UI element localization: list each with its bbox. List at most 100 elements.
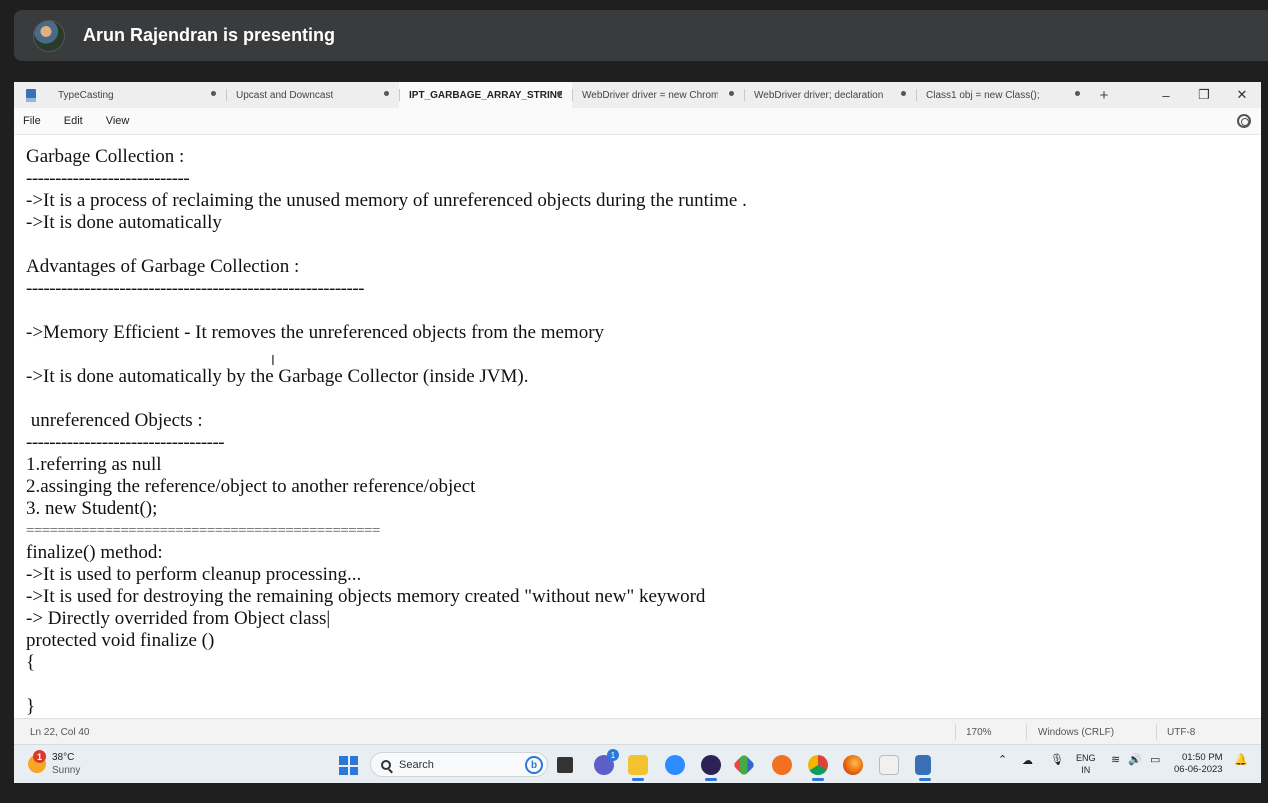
tab-label: Class1 obj = new Class(); <box>926 89 1040 101</box>
editor-line: Garbage Collection : <box>26 146 185 167</box>
onedrive-cloud-icon[interactable]: ☁ <box>1022 754 1033 767</box>
status-divider <box>1026 724 1027 740</box>
tab-typecasting[interactable]: TypeCasting <box>48 82 226 108</box>
tab-label: WebDriver driver; declaration <box>754 89 884 101</box>
weather-condition: Sunny <box>52 765 81 776</box>
menu-bar: File Edit View <box>14 108 1261 135</box>
editor-line: 1.referring as null <box>26 454 162 475</box>
unsaved-dot-icon <box>1075 91 1080 96</box>
clock-time: 01:50 PM <box>1181 752 1223 763</box>
menu-file[interactable]: File <box>23 115 41 127</box>
editor-line: ->It is done automatically <box>26 212 222 233</box>
editor-line: 2.assinging the reference/object to anot… <box>26 476 476 497</box>
clock[interactable]: 01:50 PM 06-06-2023 <box>1174 752 1223 776</box>
language-code: ENG <box>1076 753 1096 763</box>
tab-webdriver-declaration[interactable]: WebDriver driver; declaration <box>744 82 916 108</box>
taskbar-search[interactable]: Search b <box>370 752 548 777</box>
editor-line: { <box>26 652 36 673</box>
temperature: 38°C <box>52 752 75 763</box>
windows-start-icon[interactable] <box>339 756 358 775</box>
editor-line: ->It is used to perform cleanup processi… <box>26 564 362 585</box>
tab-label: Upcast and Downcast <box>236 89 334 101</box>
settings-gear-icon[interactable] <box>1237 114 1251 128</box>
shared-screen: TypeCasting Upcast and Downcast IPT_GARB… <box>14 82 1261 783</box>
notification-badge: 1 <box>33 750 46 763</box>
line-ending[interactable]: Windows (CRLF) <box>1038 727 1114 738</box>
editor-line: unreferenced Objects : <box>26 410 203 431</box>
status-bar: Ln 22, Col 40 170% Windows (CRLF) UTF-8 <box>14 718 1261 744</box>
editor-line: 3. new Student(); <box>26 498 158 519</box>
editor-line: protected void finalize () <box>26 630 215 651</box>
editor-line: ->It is a process of reclaiming the unus… <box>26 190 747 211</box>
task-view-icon[interactable] <box>557 757 573 773</box>
speaker-icon[interactable]: 🔊 <box>1128 753 1142 766</box>
minimize-button[interactable]: – <box>1147 82 1185 108</box>
language-indicator[interactable]: ENG IN <box>1076 752 1096 776</box>
tab-class1-obj[interactable]: Class1 obj = new Class(); <box>916 82 1090 108</box>
editor-line: ->It is used for destroying the remainin… <box>26 586 706 607</box>
cursor-position: Ln 22, Col 40 <box>30 727 90 738</box>
tab-ipt-garbage-array-string[interactable]: IPT_GARBAGE_ARRAY_STRING <box>399 82 572 108</box>
sun-icon: 1 <box>28 750 46 773</box>
editor-line: } <box>26 696 36 717</box>
taskbar: 1 38°C Sunny Search b 1 ⌃ ☁ 🎙 ENG IN ≋ 🔊… <box>14 744 1261 783</box>
status-divider <box>955 724 956 740</box>
notification-bell-icon[interactable]: 🔔 <box>1234 753 1248 766</box>
wifi-icon[interactable]: ≋ <box>1111 753 1120 766</box>
editor-line: ->Memory Efficient - It removes the unre… <box>26 322 605 343</box>
snipping-tool-icon[interactable] <box>879 755 899 775</box>
chevron-up-icon[interactable]: ⌃ <box>998 753 1007 766</box>
editor-line: ->It is done automatically by the Garbag… <box>26 366 529 387</box>
new-tab-button[interactable]: + <box>1090 82 1118 108</box>
git-app-icon[interactable] <box>732 753 756 777</box>
tab-label: WebDriver driver = new Chrom <box>582 89 718 101</box>
window-controls: – ❐ ✕ <box>1147 82 1261 108</box>
editor-line: ========================================… <box>26 523 380 539</box>
i-beam-cursor-icon: I <box>271 354 275 369</box>
notepad-icon <box>14 82 48 108</box>
editor-line: -> Directly overrided from Object class| <box>26 608 331 629</box>
menu-edit[interactable]: Edit <box>64 115 83 127</box>
weather-widget[interactable]: 1 38°C Sunny <box>28 750 81 777</box>
teams-chat-icon[interactable]: 1 <box>594 749 619 775</box>
tab-label: TypeCasting <box>58 89 114 101</box>
editor-line: Advantages of Garbage Collection : <box>26 256 300 277</box>
unsaved-dot-icon <box>211 91 216 96</box>
tab-label: IPT_GARBAGE_ARRAY_STRING <box>409 89 562 101</box>
zoom-level[interactable]: 170% <box>966 727 992 738</box>
bing-icon[interactable]: b <box>525 756 543 774</box>
search-icon <box>381 759 391 770</box>
close-button[interactable]: ✕ <box>1223 82 1261 108</box>
notification-badge: 1 <box>607 749 619 761</box>
restore-button[interactable]: ❐ <box>1185 82 1223 108</box>
postman-icon[interactable] <box>772 755 792 775</box>
editor-line: finalize() method: <box>26 542 163 563</box>
unsaved-dot-icon <box>557 91 562 96</box>
presenter-banner: Arun Rajendran is presenting <box>14 10 1268 61</box>
unsaved-dot-icon <box>901 91 906 96</box>
menu-view[interactable]: View <box>106 115 130 127</box>
unsaved-dot-icon <box>384 91 389 96</box>
presenter-text: Arun Rajendran is presenting <box>83 25 336 45</box>
editor-line: ----------------------------------------… <box>26 278 364 299</box>
text-editor[interactable]: Garbage Collection : -------------------… <box>14 136 1261 718</box>
presenter-avatar <box>33 19 65 52</box>
chrome-icon[interactable] <box>808 755 828 781</box>
notepad-taskbar-icon[interactable] <box>915 755 931 781</box>
microphone-icon[interactable]: 🎙 <box>1050 753 1064 766</box>
encoding[interactable]: UTF-8 <box>1167 727 1195 738</box>
battery-icon[interactable]: ▭ <box>1150 753 1160 766</box>
editor-line: ---------------------------------- <box>26 432 225 453</box>
file-explorer-icon[interactable] <box>628 755 648 781</box>
tab-webdriver-chrome[interactable]: WebDriver driver = new Chrom <box>572 82 744 108</box>
status-divider <box>1156 724 1157 740</box>
eclipse-icon[interactable] <box>701 755 721 781</box>
firefox-icon[interactable] <box>843 755 863 775</box>
unsaved-dot-icon <box>729 91 734 96</box>
zoom-app-icon[interactable] <box>665 755 685 775</box>
tab-upcast-downcast[interactable]: Upcast and Downcast <box>226 82 399 108</box>
